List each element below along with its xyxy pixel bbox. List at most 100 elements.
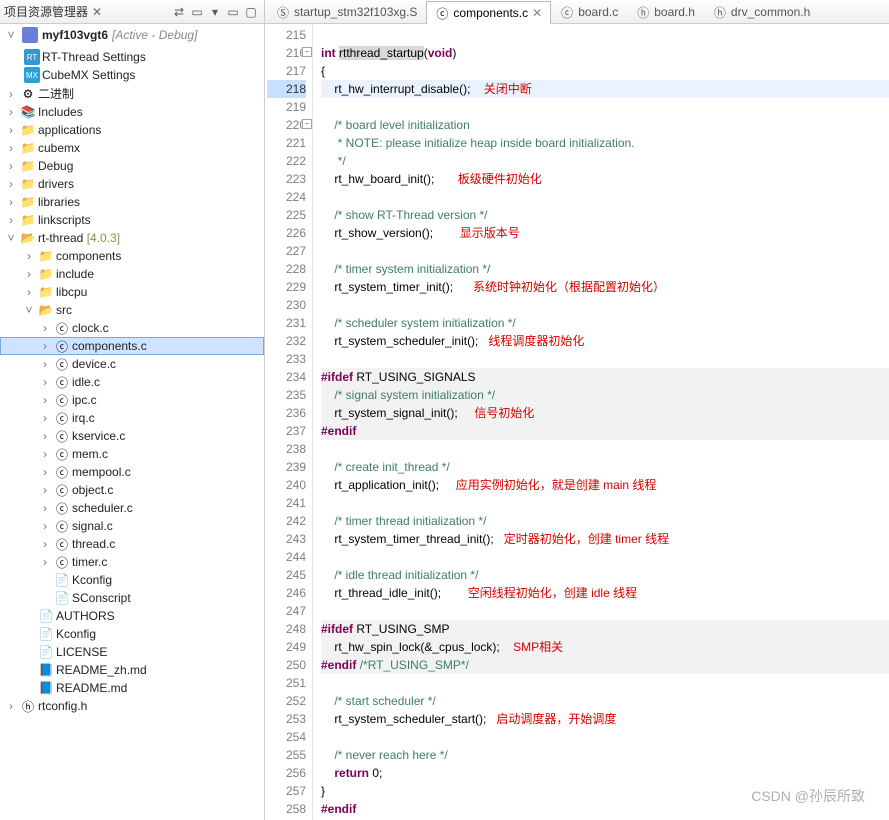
tree-file-components[interactable]: ›ⓒcomponents.c [0, 337, 264, 355]
tree-authors[interactable]: 📄AUTHORS [0, 607, 264, 625]
code-line[interactable]: */ [321, 152, 889, 170]
code-line[interactable]: #endif [321, 800, 889, 818]
code-line[interactable]: /* timer system initialization */ [321, 260, 889, 278]
rt-thread-settings[interactable]: RTRT-Thread Settings [0, 48, 264, 66]
tab-components-c[interactable]: ⓒcomponents.c✕ [426, 1, 551, 24]
code-line[interactable]: rt_system_scheduler_init(); 线程调度器初始化 [321, 332, 889, 350]
tree-file-sconscript[interactable]: 📄SConscript [0, 589, 264, 607]
tree-file-mem[interactable]: ›ⓒmem.c [0, 445, 264, 463]
tab-board-h[interactable]: ⓗboard.h [627, 0, 704, 23]
collapse-icon[interactable]: ▭ [189, 4, 205, 20]
cubemx-settings[interactable]: MXCubeMX Settings [0, 66, 264, 84]
code-line[interactable] [321, 548, 889, 566]
tree-rtthread[interactable]: ˅📂rt-thread [4.0.3] [0, 229, 264, 247]
minimize-icon[interactable]: ▭ [225, 4, 241, 20]
tree-file-ipc[interactable]: ›ⓒipc.c [0, 391, 264, 409]
tree-binary[interactable]: ›⚙二进制 [0, 84, 264, 103]
code-line[interactable] [321, 350, 889, 368]
code-line[interactable] [321, 440, 889, 458]
code-line[interactable] [321, 674, 889, 692]
tree-includes[interactable]: ›📚Includes [0, 103, 264, 121]
code-line[interactable]: rt_thread_idle_init(); 空闲线程初始化，创建 idle 线… [321, 584, 889, 602]
code-line[interactable]: /* create init_thread */ [321, 458, 889, 476]
code-line[interactable]: } [321, 782, 889, 800]
tree-debug[interactable]: ›📁Debug [0, 157, 264, 175]
code-line[interactable]: rt_application_init(); 应用实例初始化，就是创建 main… [321, 476, 889, 494]
code-line[interactable] [321, 188, 889, 206]
tab-drv_common-h[interactable]: ⓗdrv_common.h [704, 0, 819, 23]
code-line[interactable] [321, 26, 889, 44]
code-line[interactable]: #ifdef RT_USING_SMP [321, 620, 889, 638]
code-line[interactable]: return 0; [321, 764, 889, 782]
tree-file-signal[interactable]: ›ⓒsignal.c [0, 517, 264, 535]
code-line[interactable]: #endif [321, 422, 889, 440]
code-line[interactable]: #ifdef RT_USING_SIGNALS [321, 368, 889, 386]
tree-cubemx[interactable]: ›📁cubemx [0, 139, 264, 157]
code-line[interactable]: rt_hw_interrupt_disable(); 关闭中断 [321, 80, 889, 98]
close-icon[interactable]: ✕ [532, 6, 542, 20]
tree-file-timer[interactable]: ›ⓒtimer.c [0, 553, 264, 571]
expand-icon[interactable]: ˅ [4, 28, 18, 42]
view-menu-icon[interactable]: ▾ [207, 4, 223, 20]
code-line[interactable]: /* timer thread initialization */ [321, 512, 889, 530]
tree-file-thread[interactable]: ›ⓒthread.c [0, 535, 264, 553]
tree-file-kservice[interactable]: ›ⓒkservice.c [0, 427, 264, 445]
tree-applications[interactable]: ›📁applications [0, 121, 264, 139]
code-line[interactable]: rt_hw_spin_lock(&_cpus_lock); SMP相关 [321, 638, 889, 656]
code-line[interactable] [321, 728, 889, 746]
code-line[interactable] [321, 494, 889, 512]
code-line[interactable]: rt_system_scheduler_start(); 启动调度器，开始调度 [321, 710, 889, 728]
code-line[interactable] [321, 296, 889, 314]
tree-components-dir[interactable]: ›📁components [0, 247, 264, 265]
folder-icon: 📁 [20, 176, 36, 192]
tree-license[interactable]: 📄LICENSE [0, 643, 264, 661]
code-line[interactable]: /* idle thread initialization */ [321, 566, 889, 584]
tree-rtconfig[interactable]: ›ⓗrtconfig.h [0, 697, 264, 715]
link-editor-icon[interactable]: ⇄ [171, 4, 187, 20]
code-line[interactable]: #endif /*RT_USING_SMP*/ [321, 656, 889, 674]
fold-icon[interactable]: − [302, 47, 312, 57]
tree-readme[interactable]: 📘README.md [0, 679, 264, 697]
tree-libraries[interactable]: ›📁libraries [0, 193, 264, 211]
code-line[interactable]: /* board level initialization [321, 116, 889, 134]
tree-include-dir[interactable]: ›📁include [0, 265, 264, 283]
tree-file-scheduler[interactable]: ›ⓒscheduler.c [0, 499, 264, 517]
code-line[interactable]: /* signal system initialization */ [321, 386, 889, 404]
code-line[interactable]: /* never reach here */ [321, 746, 889, 764]
code-line[interactable]: * NOTE: please initialize heap inside bo… [321, 134, 889, 152]
code-line[interactable]: rt_system_timer_init(); 系统时钟初始化（根据配置初始化） [321, 278, 889, 296]
tree-drivers[interactable]: ›📁drivers [0, 175, 264, 193]
tree-kconfig-root[interactable]: 📄Kconfig [0, 625, 264, 643]
tree-file-mempool[interactable]: ›ⓒmempool.c [0, 463, 264, 481]
code-line[interactable]: rt_system_timer_thread_init(); 定时器初始化，创建… [321, 530, 889, 548]
tab-board-c[interactable]: ⓒboard.c [551, 0, 627, 23]
tree-file-kconfig[interactable]: 📄Kconfig [0, 571, 264, 589]
tree-file-idle[interactable]: ›ⓒidle.c [0, 373, 264, 391]
code-line[interactable]: rt_hw_board_init(); 板级硬件初始化 [321, 170, 889, 188]
tree-file-object[interactable]: ›ⓒobject.c [0, 481, 264, 499]
code-line[interactable]: /* show RT-Thread version */ [321, 206, 889, 224]
project-root[interactable]: ˅ myf103vgt6 [Active - Debug] [0, 24, 264, 46]
fold-icon[interactable]: − [302, 119, 312, 129]
code-line[interactable] [321, 98, 889, 116]
tree-file-clock[interactable]: ›ⓒclock.c [0, 319, 264, 337]
tree-file-irq[interactable]: ›ⓒirq.c [0, 409, 264, 427]
tree-linkscripts[interactable]: ›📁linkscripts [0, 211, 264, 229]
maximize-icon[interactable]: ▢ [243, 4, 259, 20]
tree-readme-zh[interactable]: 📘README_zh.md [0, 661, 264, 679]
code-line[interactable]: /* scheduler system initialization */ [321, 314, 889, 332]
code-line[interactable]: int rtthread_startup(void) [321, 44, 889, 62]
code-content[interactable]: int rtthread_startup(void){ rt_hw_interr… [313, 24, 889, 820]
code-line[interactable] [321, 602, 889, 620]
code-editor[interactable]: 215216−217218219220−22122222322422522622… [265, 24, 889, 820]
tab-startup_stm32f103xg-S[interactable]: Ⓢstartup_stm32f103xg.S [267, 0, 426, 23]
code-line[interactable]: { [321, 62, 889, 80]
code-line[interactable]: /* start scheduler */ [321, 692, 889, 710]
tree-file-device[interactable]: ›ⓒdevice.c [0, 355, 264, 373]
code-line[interactable]: rt_show_version(); 显示版本号 [321, 224, 889, 242]
code-line[interactable]: rt_system_signal_init(); 信号初始化 [321, 404, 889, 422]
close-icon[interactable]: ✕ [92, 5, 102, 19]
tree-src[interactable]: ˅📂src [0, 301, 264, 319]
tree-libcpu[interactable]: ›📁libcpu [0, 283, 264, 301]
code-line[interactable] [321, 242, 889, 260]
